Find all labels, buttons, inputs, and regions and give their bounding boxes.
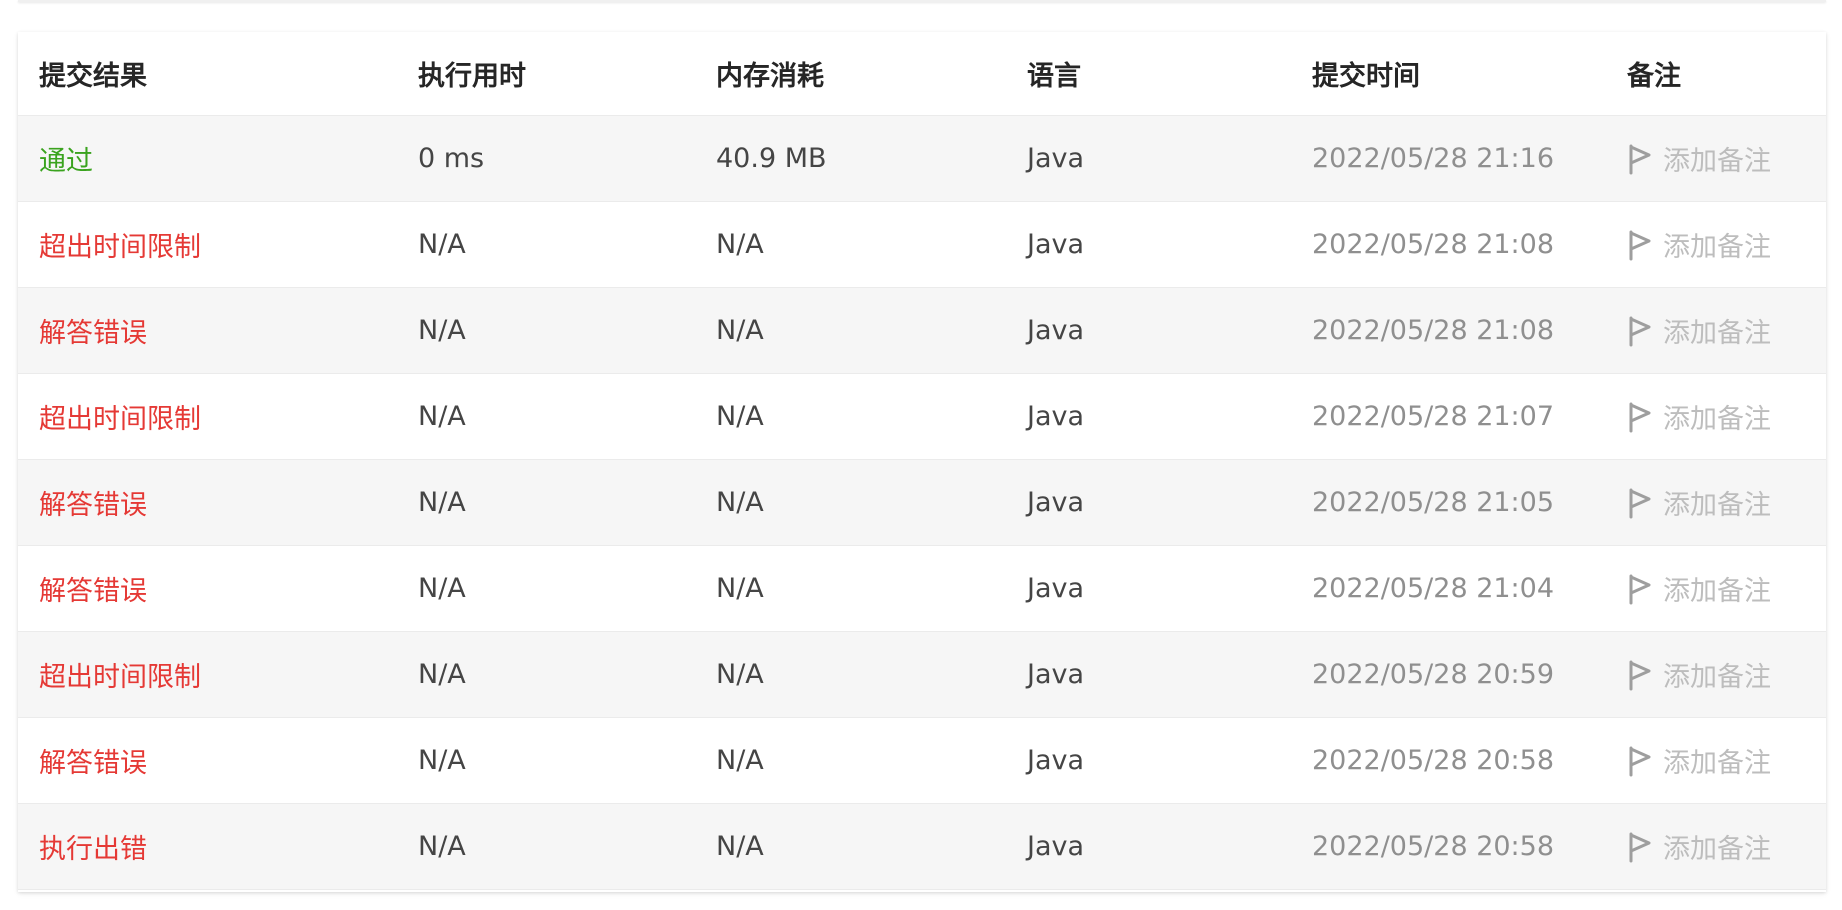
submit-time: 2022/05/28 21:08 xyxy=(1312,229,1555,260)
runtime-value: N/A xyxy=(418,573,466,604)
runtime-value: N/A xyxy=(418,487,466,518)
language-value: Java xyxy=(1027,143,1085,174)
table-row: 解答错误 N/A N/A Java 2022/05/28 20:58 添加备注 xyxy=(18,718,1826,804)
add-note-label: 添加备注 xyxy=(1663,748,1771,779)
add-note-button[interactable]: 添加备注 xyxy=(1627,632,1771,717)
status-link[interactable]: 解答错误 xyxy=(39,718,147,803)
header-note: 备注 xyxy=(1627,61,1681,92)
runtime-value: N/A xyxy=(418,745,466,776)
language-value: Java xyxy=(1027,659,1085,690)
status-link[interactable]: 超出时间限制 xyxy=(39,202,201,287)
table-row: 执行出错 N/A N/A Java 2022/05/28 20:58 添加备注 xyxy=(18,804,1826,890)
memory-value: N/A xyxy=(716,745,764,776)
memory-value: N/A xyxy=(716,659,764,690)
submit-time: 2022/05/28 21:07 xyxy=(1312,401,1555,432)
flag-icon xyxy=(1627,831,1653,863)
header-status: 提交结果 xyxy=(39,61,147,92)
flag-icon xyxy=(1627,573,1653,605)
submit-time: 2022/05/28 21:08 xyxy=(1312,315,1555,346)
memory-value: N/A xyxy=(716,573,764,604)
status-link[interactable]: 超出时间限制 xyxy=(39,632,201,717)
table-row: 解答错误 N/A N/A Java 2022/05/28 21:04 添加备注 xyxy=(18,546,1826,632)
flag-icon xyxy=(1627,745,1653,777)
table-row: 超出时间限制 N/A N/A Java 2022/05/28 21:07 添加备注 xyxy=(18,374,1826,460)
submit-time: 2022/05/28 20:59 xyxy=(1312,659,1555,690)
memory-value: N/A xyxy=(716,401,764,432)
table-row: 解答错误 N/A N/A Java 2022/05/28 21:08 添加备注 xyxy=(18,288,1826,374)
status-link[interactable]: 通过 xyxy=(39,116,93,201)
language-value: Java xyxy=(1027,745,1085,776)
memory-value: N/A xyxy=(716,229,764,260)
memory-value: 40.9 MB xyxy=(716,143,827,174)
flag-icon xyxy=(1627,487,1653,519)
language-value: Java xyxy=(1027,831,1085,862)
add-note-button[interactable]: 添加备注 xyxy=(1627,804,1771,889)
flag-icon xyxy=(1627,659,1653,691)
language-value: Java xyxy=(1027,315,1085,346)
add-note-button[interactable]: 添加备注 xyxy=(1627,288,1771,373)
add-note-label: 添加备注 xyxy=(1663,834,1771,865)
language-value: Java xyxy=(1027,229,1085,260)
add-note-button[interactable]: 添加备注 xyxy=(1627,202,1771,287)
flag-icon xyxy=(1627,315,1653,347)
submit-time: 2022/05/28 20:58 xyxy=(1312,745,1555,776)
flag-icon xyxy=(1627,229,1653,261)
add-note-button[interactable]: 添加备注 xyxy=(1627,718,1771,803)
language-value: Java xyxy=(1027,401,1085,432)
runtime-value: N/A xyxy=(418,315,466,346)
memory-value: N/A xyxy=(716,315,764,346)
header-submit-time: 提交时间 xyxy=(1312,61,1420,92)
submit-time: 2022/05/28 21:04 xyxy=(1312,573,1555,604)
previous-panel-edge xyxy=(18,0,1826,2)
add-note-label: 添加备注 xyxy=(1663,232,1771,263)
flag-icon xyxy=(1627,143,1653,175)
submit-time: 2022/05/28 21:16 xyxy=(1312,143,1555,174)
table-row: 解答错误 N/A N/A Java 2022/05/28 21:05 添加备注 xyxy=(18,460,1826,546)
memory-value: N/A xyxy=(716,831,764,862)
add-note-label: 添加备注 xyxy=(1663,404,1771,435)
flag-icon xyxy=(1627,401,1653,433)
add-note-button[interactable]: 添加备注 xyxy=(1627,460,1771,545)
add-note-button[interactable]: 添加备注 xyxy=(1627,116,1771,201)
status-link[interactable]: 解答错误 xyxy=(39,546,147,631)
header-language: 语言 xyxy=(1027,61,1081,92)
add-note-label: 添加备注 xyxy=(1663,146,1771,177)
runtime-value: N/A xyxy=(418,659,466,690)
add-note-button[interactable]: 添加备注 xyxy=(1627,374,1771,459)
submit-time: 2022/05/28 21:05 xyxy=(1312,487,1555,518)
runtime-value: N/A xyxy=(418,401,466,432)
add-note-label: 添加备注 xyxy=(1663,662,1771,693)
status-link[interactable]: 解答错误 xyxy=(39,460,147,545)
add-note-label: 添加备注 xyxy=(1663,576,1771,607)
submissions-table: 提交结果 执行用时 内存消耗 语言 提交时间 备注 通过 0 ms 40.9 MB J… xyxy=(18,32,1826,892)
add-note-button[interactable]: 添加备注 xyxy=(1627,546,1771,631)
status-link[interactable]: 执行出错 xyxy=(39,804,147,889)
status-link[interactable]: 超出时间限制 xyxy=(39,374,201,459)
memory-value: N/A xyxy=(716,487,764,518)
table-header: 提交结果 执行用时 内存消耗 语言 提交时间 备注 xyxy=(18,32,1826,116)
language-value: Java xyxy=(1027,487,1085,518)
header-runtime: 执行用时 xyxy=(418,61,526,92)
runtime-value: N/A xyxy=(418,831,466,862)
submit-time: 2022/05/28 20:58 xyxy=(1312,831,1555,862)
table-row: 超出时间限制 N/A N/A Java 2022/05/28 20:59 添加备注 xyxy=(18,632,1826,718)
add-note-label: 添加备注 xyxy=(1663,490,1771,521)
runtime-value: N/A xyxy=(418,229,466,260)
table-row: 通过 0 ms 40.9 MB Java 2022/05/28 21:16 添加备注 xyxy=(18,116,1826,202)
language-value: Java xyxy=(1027,573,1085,604)
runtime-value: 0 ms xyxy=(418,143,485,174)
add-note-label: 添加备注 xyxy=(1663,318,1771,349)
table-row: 超出时间限制 N/A N/A Java 2022/05/28 21:08 添加备注 xyxy=(18,202,1826,288)
header-memory: 内存消耗 xyxy=(716,61,824,92)
status-link[interactable]: 解答错误 xyxy=(39,288,147,373)
